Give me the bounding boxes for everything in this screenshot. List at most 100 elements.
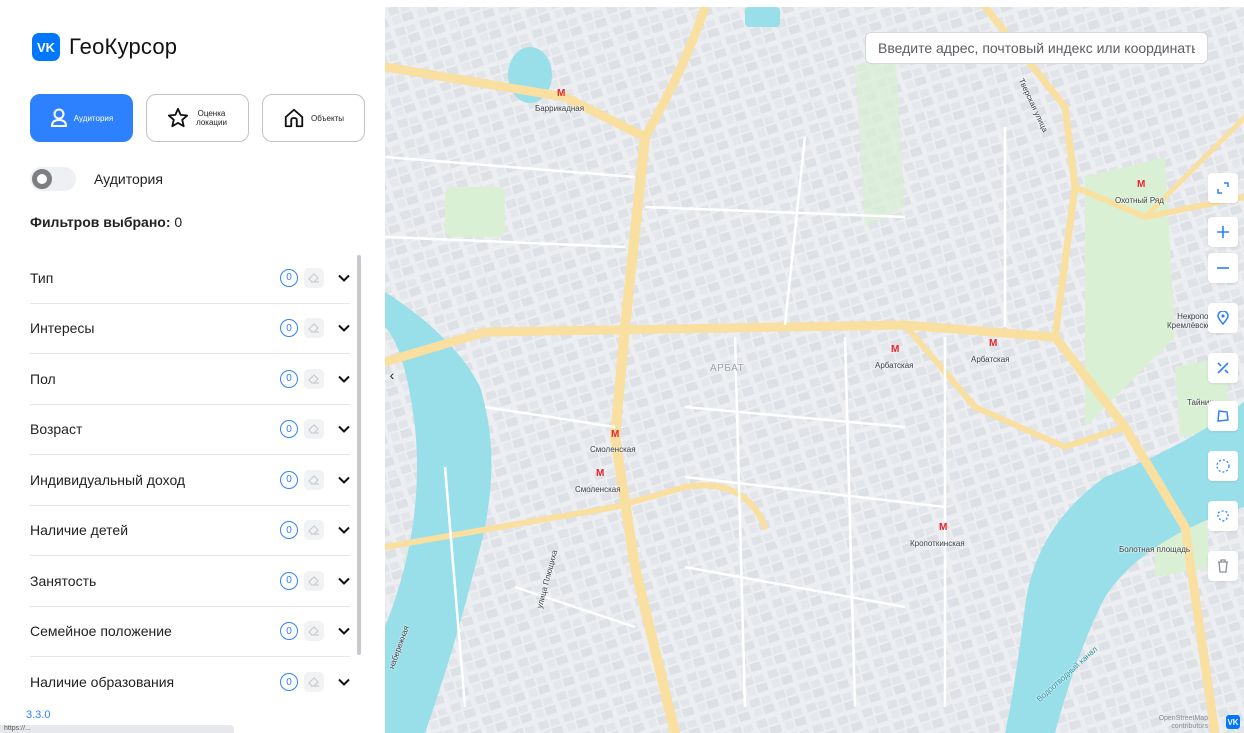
clear-filter-button[interactable] — [304, 672, 324, 693]
filter-count-badge: 0 — [280, 521, 298, 540]
metro-icon: M — [611, 429, 620, 440]
filter-row-4[interactable]: Индивидуальный доход 0 — [30, 455, 350, 506]
station-label[interactable]: Охотный Ряд — [1115, 196, 1164, 205]
address-search-input[interactable] — [865, 32, 1208, 64]
lasso-draw-button[interactable] — [1208, 501, 1238, 531]
fullscreen-button[interactable] — [1208, 173, 1238, 203]
sidebar: VK ГеоКурсор Аудитория Оценка локации Об… — [0, 0, 385, 733]
filter-row-1[interactable]: Интересы 0 — [30, 304, 350, 354]
mode-location-rating-button[interactable]: Оценка локации — [146, 94, 249, 142]
chevron-down-icon[interactable] — [338, 423, 350, 435]
filters-selected-count: 0 — [174, 214, 183, 230]
eraser-icon — [308, 323, 319, 333]
map-view[interactable]: ‹ M Баррикадная M Охотный Ряд M Арбатска… — [385, 7, 1244, 733]
collapse-sidebar-button[interactable]: ‹ — [385, 365, 399, 385]
metro-icon: M — [557, 88, 566, 99]
chevron-down-icon[interactable] — [338, 474, 350, 486]
lasso-icon — [1217, 510, 1229, 522]
locate-button[interactable] — [1208, 303, 1238, 333]
filter-row-6[interactable]: Занятость 0 — [30, 556, 350, 607]
filter-name: Наличие детей — [30, 522, 129, 539]
circle-draw-icon — [1216, 459, 1230, 473]
chevron-down-icon[interactable] — [338, 524, 350, 536]
chevron-down-icon[interactable] — [338, 676, 350, 688]
zoom-out-button[interactable] — [1208, 253, 1238, 283]
logo[interactable]: VK ГеоКурсор — [32, 33, 177, 61]
filter-name: Интересы — [30, 320, 95, 337]
mode-objects-button[interactable]: Объекты — [262, 94, 365, 142]
station-label[interactable]: Смоленская — [590, 445, 636, 454]
filters-selected-label: Фильтров выбрано: — [30, 214, 171, 230]
filter-row-7[interactable]: Семейное положение 0 — [30, 607, 350, 657]
filter-name: Возраст — [30, 421, 83, 438]
clear-button[interactable] — [1208, 551, 1238, 581]
chevron-down-icon[interactable] — [338, 272, 350, 284]
clear-filter-button[interactable] — [304, 621, 324, 642]
ruler-icon — [1217, 362, 1229, 374]
eraser-icon — [308, 575, 319, 586]
zoom-in-button[interactable] — [1208, 217, 1238, 247]
clear-filter-button[interactable] — [304, 267, 324, 288]
star-icon — [167, 107, 188, 128]
polygon-draw-button[interactable] — [1208, 401, 1238, 431]
app-version: 3.3.0 — [26, 709, 51, 721]
audience-toggle-label: Аудитория — [94, 171, 163, 187]
filter-count-badge: 0 — [280, 622, 298, 641]
station-label[interactable]: Кропоткинская — [910, 539, 965, 548]
filter-row-3[interactable]: Возраст 0 — [30, 405, 350, 455]
filter-row-0[interactable]: Тип 0 — [30, 253, 350, 304]
chevron-down-icon[interactable] — [338, 322, 350, 334]
station-label[interactable]: Арбатская — [971, 355, 1010, 364]
filter-row-2[interactable]: Пол 0 — [30, 354, 350, 405]
circle-draw-button[interactable] — [1208, 451, 1238, 481]
eraser-icon — [308, 626, 319, 636]
zoom-out-icon — [1217, 267, 1229, 269]
mode-audience-label: Аудитория — [73, 113, 114, 123]
station-label[interactable]: Смоленская — [575, 485, 621, 494]
zoom-in-icon — [1217, 226, 1229, 238]
clear-filter-button[interactable] — [304, 368, 324, 389]
filter-name: Тип — [30, 269, 54, 286]
filter-count-badge: 0 — [280, 319, 298, 338]
metro-icon: M — [939, 522, 948, 533]
mode-objects-label: Объекты — [311, 113, 344, 123]
mode-location-rating-label: Оценка локации — [196, 109, 227, 127]
audience-toggle-row: Аудитория — [30, 167, 163, 191]
vk-maps-logo-icon: VK — [1226, 715, 1240, 729]
filters-selected: Фильтров выбрано: 0 — [30, 214, 182, 230]
station-label[interactable]: Арбатская — [875, 361, 914, 370]
app-root: VK ГеоКурсор Аудитория Оценка локации Об… — [0, 0, 1244, 733]
metro-icon: M — [596, 468, 605, 479]
clear-filter-button[interactable] — [304, 318, 324, 339]
map-attribution[interactable]: OpenStreetMap contributors — [1138, 715, 1208, 731]
filter-name: Занятость — [30, 572, 97, 589]
metro-icon: M — [989, 338, 998, 349]
clear-filter-button[interactable] — [304, 570, 324, 591]
eraser-icon — [308, 272, 319, 283]
eraser-icon — [308, 373, 319, 384]
vk-logo-icon: VK — [32, 33, 60, 61]
mode-switcher: Аудитория Оценка локации Объекты — [30, 94, 365, 142]
station-label[interactable]: Баррикадная — [535, 104, 584, 113]
place-label[interactable]: Некропол Кремлёвской — [1167, 312, 1216, 330]
chevron-down-icon[interactable] — [338, 625, 350, 637]
ruler-button[interactable] — [1208, 353, 1238, 383]
polygon-icon — [1217, 410, 1229, 422]
filter-count-badge: 0 — [280, 673, 298, 692]
place-label[interactable]: Болотная площадь — [1119, 545, 1190, 554]
metro-icon: M — [1137, 179, 1146, 190]
clear-filter-button[interactable] — [304, 469, 324, 490]
filter-row-5[interactable]: Наличие детей 0 — [30, 506, 350, 556]
eraser-icon — [308, 474, 319, 485]
clear-filter-button[interactable] — [304, 520, 324, 541]
chevron-down-icon[interactable] — [338, 373, 350, 385]
filter-scrollbar[interactable] — [357, 255, 361, 655]
clear-filter-button[interactable] — [304, 419, 324, 440]
filter-row-8[interactable]: Наличие образования 0 — [30, 657, 350, 708]
filter-list: Тип 0 Интересы 0 Пол 0 Возраст 0 Индивид… — [30, 253, 350, 708]
audience-toggle[interactable] — [30, 167, 76, 191]
home-icon — [284, 108, 304, 128]
chevron-down-icon[interactable] — [338, 575, 350, 587]
mode-audience-button[interactable]: Аудитория — [30, 94, 133, 142]
map-canvas[interactable] — [385, 7, 1244, 733]
